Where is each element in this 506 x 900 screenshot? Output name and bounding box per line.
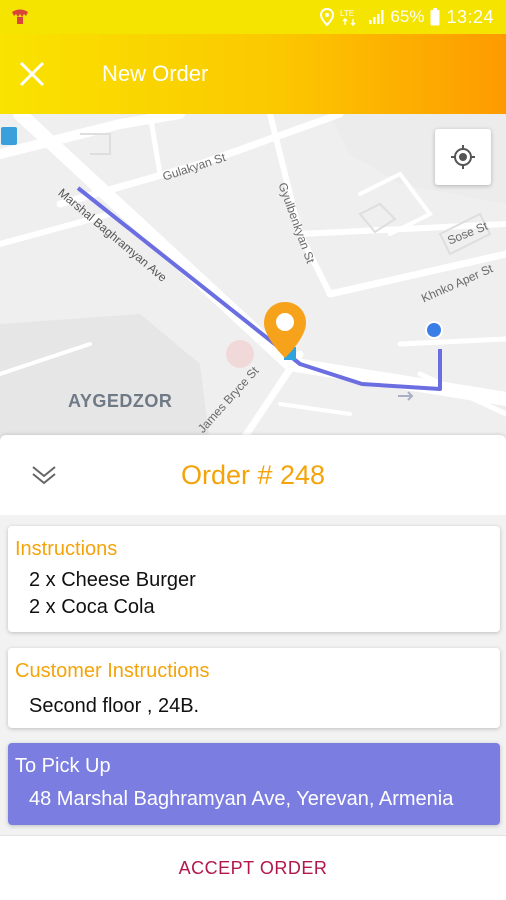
instruction-item: 2 x Coca Cola <box>29 596 155 618</box>
svg-text:LTE: LTE <box>340 9 354 18</box>
close-button[interactable] <box>0 34 64 114</box>
accept-order-button[interactable]: ACCEPT ORDER <box>179 858 328 879</box>
collapse-button[interactable] <box>26 457 62 493</box>
map-area-label: AYGEDZOR <box>68 391 173 411</box>
double-chevron-down-icon <box>32 466 56 485</box>
customer-instructions-text: Second floor , 24B. <box>29 695 200 717</box>
order-details: Instructions 2 x Cheese Burger 2 x Coca … <box>0 515 506 835</box>
close-icon <box>19 61 45 87</box>
pickup-title: To Pick Up <box>15 755 111 777</box>
location-icon <box>320 8 335 26</box>
customer-instructions-card: Customer Instructions Second floor , 24B… <box>8 648 500 728</box>
status-time: 13:24 <box>446 6 494 27</box>
instructions-title: Instructions <box>15 538 118 560</box>
status-right: LTE 65% 13:24 <box>320 7 494 28</box>
instruction-item: 2 x Cheese Burger <box>29 569 196 591</box>
battery-percent: 65% <box>390 7 425 26</box>
battery-icon <box>430 8 440 26</box>
status-left <box>10 8 30 26</box>
pickup-card[interactable]: To Pick Up 48 Marshal Baghramyan Ave, Ye… <box>8 743 500 825</box>
order-sheet-header: Order # 248 <box>0 435 506 515</box>
status-bar: LTE 65% 13:24 <box>0 0 506 34</box>
signal-icon <box>369 10 384 24</box>
instructions-card: Instructions 2 x Cheese Burger 2 x Coca … <box>8 526 500 632</box>
my-location-button[interactable] <box>435 129 491 185</box>
my-location-icon <box>451 145 475 169</box>
customer-instructions-title: Customer Instructions <box>15 660 210 682</box>
lte-icon: LTE <box>340 9 356 26</box>
accept-bar: ACCEPT ORDER <box>0 835 506 900</box>
map-view[interactable]: Gulakyan St Gyulbenkyan St Marshal Baghr… <box>0 114 506 444</box>
app-notification-icon <box>12 9 28 24</box>
transit-stop-icon <box>1 127 17 145</box>
pickup-address: 48 Marshal Baghramyan Ave, Yerevan, Arme… <box>29 788 454 810</box>
pickup-pin-icon <box>264 302 306 358</box>
app-bar: New Order <box>0 34 506 114</box>
page-title: New Order <box>102 61 209 86</box>
order-number-title: Order # 248 <box>180 459 326 490</box>
